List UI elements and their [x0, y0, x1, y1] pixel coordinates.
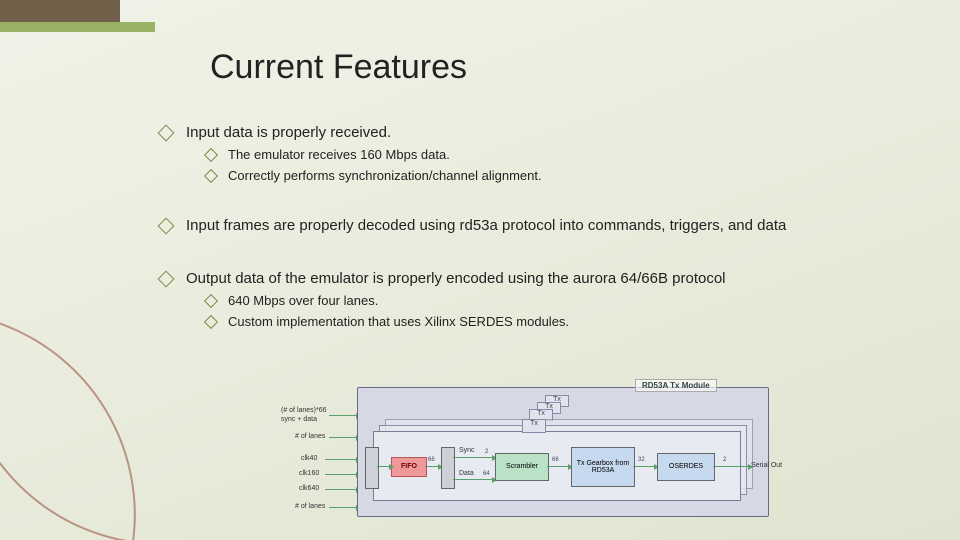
- diamond-bullet-icon: [204, 315, 218, 329]
- bullet-text: Input frames are properly decoded using …: [186, 217, 786, 234]
- content-area: Input data is properly received. The emu…: [160, 110, 930, 333]
- diamond-bullet-icon: [204, 294, 218, 308]
- bullet-subitem: 640 Mbps over four lanes.: [206, 293, 930, 308]
- arrow-icon: [633, 466, 655, 467]
- slide: Current Features Input data is properly …: [0, 0, 960, 540]
- bullet-item: Output data of the emulator is properly …: [160, 270, 930, 287]
- decor-stem-dark: [0, 0, 120, 22]
- bullet-text: 640 Mbps over four lanes.: [228, 293, 378, 308]
- bullet-item: Input data is properly received.: [160, 124, 930, 141]
- arrow-icon: [713, 466, 749, 467]
- diamond-bullet-icon: [158, 218, 175, 235]
- arrow-icon: [425, 466, 439, 467]
- bus-width: 66: [428, 457, 435, 463]
- diagram-label: (# of lanes)*66: [281, 407, 327, 414]
- diagram-label: sync + data: [281, 416, 317, 423]
- arrow-icon: [329, 507, 357, 508]
- bullet-text: Custom implementation that uses Xilinx S…: [228, 314, 569, 329]
- block-oserdes: OSERDES: [657, 453, 715, 481]
- block-scrambler: Scrambler: [495, 453, 549, 481]
- block-distributor: [441, 447, 455, 489]
- arrow-icon: [547, 466, 569, 467]
- lane-data-label: Data: [459, 470, 474, 477]
- diagram-label: # of lanes: [295, 433, 325, 440]
- arrow-icon: [453, 479, 493, 480]
- diamond-bullet-icon: [158, 271, 175, 288]
- bullet-subitem: Custom implementation that uses Xilinx S…: [206, 314, 930, 329]
- arrow-icon: [377, 466, 390, 467]
- bullet-text: Output data of the emulator is properly …: [186, 270, 726, 287]
- bus-width: 66: [552, 457, 559, 463]
- bullet-text: Correctly performs synchronization/chann…: [228, 168, 542, 183]
- diagram-label: clk40: [301, 455, 317, 462]
- decor-stem-green: [0, 22, 155, 32]
- bus-width: 32: [638, 457, 645, 463]
- module-title: RD53A Tx Module: [635, 379, 717, 392]
- diamond-bullet-icon: [204, 169, 218, 183]
- diamond-bullet-icon: [158, 125, 175, 142]
- lane-sync-label: Sync: [459, 447, 475, 454]
- diagram-label: clk640: [299, 485, 319, 492]
- bullet-text: The emulator receives 160 Mbps data.: [228, 147, 450, 162]
- tx-tab: Tx: [522, 419, 546, 433]
- bus-width: 64: [483, 471, 490, 477]
- bus-width: 2: [485, 449, 488, 455]
- diagram-label: # of lanes: [295, 503, 325, 510]
- decor-leaf-outline: [0, 313, 162, 540]
- tx-module-diagram: (# of lanes)*66 sync + data # of lanes c…: [285, 375, 795, 523]
- serial-out-label: Serial Out: [751, 462, 782, 469]
- bullet-subitem: The emulator receives 160 Mbps data.: [206, 147, 930, 162]
- arrow-icon: [329, 437, 357, 438]
- bus-width: 2: [723, 457, 726, 463]
- block-tx-gearbox: Tx Gearbox from RD53A: [571, 447, 635, 487]
- arrow-icon: [453, 457, 493, 458]
- arrow-icon: [325, 459, 357, 460]
- diagram-label: clk160: [299, 470, 319, 477]
- block-fifo: FIFO: [391, 457, 427, 477]
- diamond-bullet-icon: [204, 148, 218, 162]
- arrow-icon: [329, 415, 357, 416]
- bullet-subitem: Correctly performs synchronization/chann…: [206, 168, 930, 183]
- slide-title: Current Features: [210, 48, 467, 87]
- bullet-text: Input data is properly received.: [186, 124, 391, 141]
- bullet-item: Input frames are properly decoded using …: [160, 217, 930, 234]
- arrow-icon: [325, 474, 357, 475]
- block-splitter: [365, 447, 379, 489]
- arrow-icon: [325, 489, 357, 490]
